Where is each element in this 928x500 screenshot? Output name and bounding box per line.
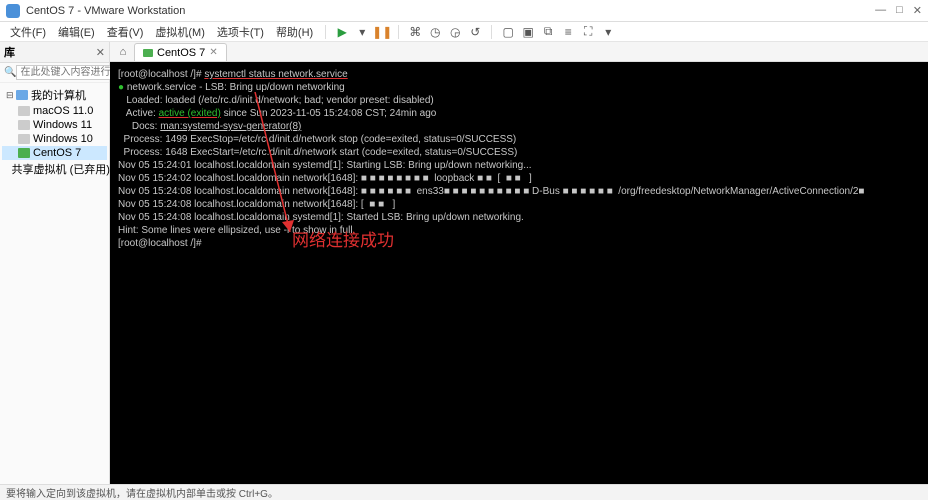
tab-label: CentOS 7: [157, 47, 205, 59]
toolbar-dropdown-icon[interactable]: ▾: [600, 24, 616, 40]
status-bullet: ●: [118, 82, 127, 93]
vm-running-icon: [18, 148, 30, 158]
tree-item-macos[interactable]: macOS 11.0: [2, 104, 107, 118]
minimize-button[interactable]: —: [875, 4, 886, 17]
tree-item-label: CentOS 7: [33, 147, 81, 159]
terminal-line: since Sun 2023-11-05 15:24:08 CST; 24min…: [221, 108, 437, 119]
terminal-line: network.service - LSB: Bring up/down net…: [127, 82, 345, 93]
tree-item-centos7[interactable]: CentOS 7: [2, 146, 107, 160]
tree-shared-vms[interactable]: 共享虚拟机 (已弃用): [2, 160, 107, 178]
fullscreen-icon[interactable]: ▢: [500, 24, 516, 40]
menu-edit[interactable]: 编辑(E): [54, 22, 99, 42]
docs-link: man:systemd-sysv-generator(8): [160, 121, 301, 132]
sidebar: 库 ✕ 🔍 ▾ ⊟ 我的计算机 macOS 11.0 Windows 11: [0, 42, 110, 484]
close-button[interactable]: ✕: [913, 4, 922, 17]
stretch-icon[interactable]: ⛶: [580, 24, 596, 40]
menu-vm[interactable]: 虚拟机(M): [151, 22, 209, 42]
toolbar-separator: [398, 25, 399, 39]
menu-file[interactable]: 文件(F): [6, 22, 50, 42]
sidebar-search: 🔍 ▾: [0, 63, 109, 83]
tree-toggle-icon[interactable]: [6, 164, 9, 174]
library-toggle-icon[interactable]: ≡: [560, 24, 576, 40]
menu-view[interactable]: 查看(V): [103, 22, 148, 42]
tree-root-label: 我的计算机: [31, 87, 86, 103]
tree-item-label: Windows 10: [33, 133, 93, 145]
terminal-line: Hint: Some lines were ellipsized, use -l…: [118, 224, 920, 237]
power-dropdown-icon[interactable]: ▾: [354, 24, 370, 40]
prompt: [root@localhost /]#: [118, 238, 204, 249]
window-title: CentOS 7 - VMware Workstation: [26, 5, 875, 17]
terminal-line: Nov 05 15:24:08 localhost.localdomain ne…: [118, 185, 920, 198]
send-cad-icon[interactable]: ⌘: [407, 24, 423, 40]
search-icon: 🔍: [4, 67, 16, 78]
main-area: 库 ✕ 🔍 ▾ ⊟ 我的计算机 macOS 11.0 Windows 11: [0, 42, 928, 484]
vm-console-terminal[interactable]: [root@localhost /]# systemctl status net…: [110, 62, 928, 484]
vm-running-icon: [143, 49, 153, 57]
window-controls: — □ ✕: [875, 4, 922, 17]
menu-bar: 文件(F) 编辑(E) 查看(V) 虚拟机(M) 选项卡(T) 帮助(H) ▶ …: [0, 22, 928, 42]
sidebar-header: 库 ✕: [0, 42, 109, 63]
sidebar-title: 库: [4, 44, 15, 60]
prompt: [root@localhost /]#: [118, 69, 204, 80]
computer-icon: [16, 90, 28, 100]
view-cycle-icon[interactable]: ⧉: [540, 24, 556, 40]
home-tab[interactable]: ⌂: [114, 43, 132, 61]
app-icon: [6, 4, 20, 18]
vm-icon: [18, 134, 30, 144]
menu-separator: [325, 25, 326, 39]
vm-icon: [18, 120, 30, 130]
tab-close-icon[interactable]: ✕: [209, 47, 217, 58]
terminal-line: Process: 1499 ExecStop=/etc/rc.d/init.d/…: [118, 133, 920, 146]
terminal-line: Nov 05 15:24:02 localhost.localdomain ne…: [118, 172, 920, 185]
active-status: active (exited): [159, 108, 221, 119]
pause-icon[interactable]: ❚❚: [374, 24, 390, 40]
maximize-button[interactable]: □: [896, 4, 903, 17]
tree-item-label: macOS 11.0: [33, 105, 93, 117]
tab-bar: ⌂ CentOS 7 ✕: [110, 42, 928, 62]
terminal-line: Active:: [118, 108, 159, 119]
tree-item-win10[interactable]: Windows 10: [2, 132, 107, 146]
toolbar-separator2: [491, 25, 492, 39]
tree-item-win11[interactable]: Windows 11: [2, 118, 107, 132]
tree-toggle-icon[interactable]: ⊟: [6, 90, 16, 101]
annotation-text: 网络连接成功: [292, 234, 394, 247]
menu-help[interactable]: 帮助(H): [272, 22, 317, 42]
vm-icon: [18, 106, 30, 116]
terminal-line: Nov 05 15:24:08 localhost.localdomain sy…: [118, 211, 920, 224]
terminal-line: Loaded: loaded (/etc/rc.d/init.d/network…: [118, 94, 920, 107]
tree-item-label: Windows 11: [33, 119, 92, 131]
content-area: ⌂ CentOS 7 ✕ [root@localhost /]# systemc…: [110, 42, 928, 484]
terminal-line: Nov 05 15:24:01 localhost.localdomain sy…: [118, 159, 920, 172]
status-bar: 要将输入定向到该虚拟机，请在虚拟机内部单击或按 Ctrl+G。: [0, 484, 928, 500]
status-text: 要将输入定向到该虚拟机，请在虚拟机内部单击或按 Ctrl+G。: [6, 485, 278, 500]
tab-centos7[interactable]: CentOS 7 ✕: [134, 43, 227, 61]
snapshot-icon[interactable]: ◷: [427, 24, 443, 40]
tree-root-mycomputer[interactable]: ⊟ 我的计算机: [2, 86, 107, 104]
tree-shared-label: 共享虚拟机 (已弃用): [12, 161, 110, 177]
terminal-line: Docs:: [118, 121, 160, 132]
power-on-icon[interactable]: ▶: [334, 24, 350, 40]
menu-tabs[interactable]: 选项卡(T): [213, 22, 268, 42]
sidebar-close-icon[interactable]: ✕: [96, 46, 105, 59]
snapshot-manager-icon[interactable]: ◶: [447, 24, 463, 40]
revert-snapshot-icon[interactable]: ↺: [467, 24, 483, 40]
unity-icon[interactable]: ▣: [520, 24, 536, 40]
terminal-command: systemctl status network.service: [204, 69, 347, 80]
terminal-line: Nov 05 15:24:08 localhost.localdomain ne…: [118, 198, 920, 211]
terminal-line: Process: 1648 ExecStart=/etc/rc.d/init.d…: [118, 146, 920, 159]
title-bar: CentOS 7 - VMware Workstation — □ ✕: [0, 0, 928, 22]
vm-tree: ⊟ 我的计算机 macOS 11.0 Windows 11 Windows 10…: [0, 83, 109, 181]
